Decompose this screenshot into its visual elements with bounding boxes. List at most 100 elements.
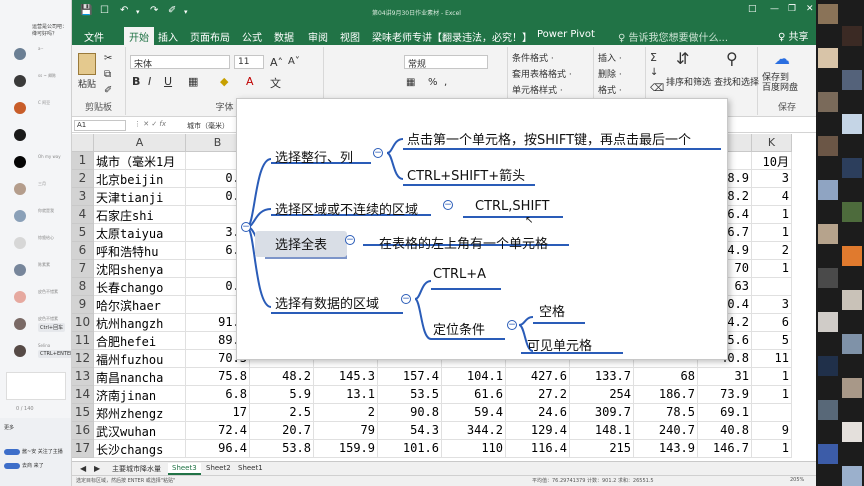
table-cell[interactable]: 90.8 bbox=[378, 404, 442, 422]
avatar[interactable] bbox=[14, 129, 26, 141]
shrink-font-icon[interactable]: A˅ bbox=[288, 56, 300, 67]
table-cell[interactable]: 太原taiyua bbox=[94, 224, 186, 242]
percent-icon[interactable]: % bbox=[428, 77, 438, 88]
table-cell[interactable]: 186.7 bbox=[634, 386, 698, 404]
table-cell[interactable]: 长春chango bbox=[94, 278, 186, 296]
table-cell[interactable]: 40.8 bbox=[698, 422, 752, 440]
row-header[interactable]: 3 bbox=[72, 188, 94, 206]
ribbon-display-icon[interactable]: □ bbox=[748, 4, 757, 14]
number-format-combo[interactable]: 常规 bbox=[404, 55, 488, 70]
sort-filter-icon[interactable]: ⇵ bbox=[676, 49, 689, 68]
row-header[interactable]: 12 bbox=[72, 350, 94, 368]
format-button[interactable]: 格式 · bbox=[598, 83, 622, 96]
table-cell[interactable]: 6 bbox=[752, 314, 792, 332]
maximize-icon[interactable]: ❐ bbox=[788, 4, 796, 14]
tab-7[interactable]: 视图 bbox=[340, 29, 360, 44]
collapse-toggle-4[interactable]: − bbox=[401, 294, 411, 304]
row-header[interactable]: 2 bbox=[72, 170, 94, 188]
avatar[interactable] bbox=[14, 48, 26, 60]
table-cell[interactable]: 20.7 bbox=[250, 422, 314, 440]
fx-icons[interactable]: ⋮ ✕ ✓ fx bbox=[134, 120, 166, 128]
cell-style-button[interactable]: 单元格样式 · bbox=[512, 83, 563, 96]
tab-3[interactable]: 页面布局 bbox=[190, 29, 230, 44]
avatar[interactable] bbox=[14, 210, 26, 222]
redo-icon[interactable]: ↷ bbox=[150, 5, 158, 16]
font-name-combo[interactable]: 宋体 bbox=[130, 55, 230, 70]
paste-icon[interactable] bbox=[78, 53, 96, 75]
avatar[interactable] bbox=[14, 264, 26, 276]
fill-icon[interactable]: ↓ bbox=[650, 67, 658, 78]
next-sheet-icon[interactable]: ▶ bbox=[90, 463, 104, 474]
tip-ctrl-shift[interactable]: CTRL,SHIFT bbox=[475, 199, 549, 214]
save-baidu-button[interactable]: 保存到 百度网盘 bbox=[762, 73, 798, 93]
row-header[interactable]: 7 bbox=[72, 260, 94, 278]
table-cell[interactable]: 129.4 bbox=[506, 422, 570, 440]
table-cell[interactable]: 11 bbox=[752, 350, 792, 368]
tab-9[interactable]: Power Pivot bbox=[537, 29, 595, 40]
tip-goto-special[interactable]: 定位条件 bbox=[433, 319, 485, 338]
table-cell[interactable]: 309.7 bbox=[570, 404, 634, 422]
table-cell[interactable]: 5.9 bbox=[250, 386, 314, 404]
tip-blanks[interactable]: 空格 bbox=[539, 301, 565, 320]
table-cell[interactable]: 武汉wuhan bbox=[94, 422, 186, 440]
font-color-icon[interactable]: A bbox=[246, 75, 254, 88]
font-size-combo[interactable]: 11 bbox=[234, 55, 264, 69]
row-header[interactable]: 10 bbox=[72, 314, 94, 332]
row-header[interactable]: 1 bbox=[72, 152, 94, 170]
table-cell[interactable]: 13.1 bbox=[314, 386, 378, 404]
row-header[interactable]: 4 bbox=[72, 206, 94, 224]
table-cell[interactable]: 济南jinan bbox=[94, 386, 186, 404]
minimize-icon[interactable]: — bbox=[770, 4, 779, 14]
row-header[interactable]: 15 bbox=[72, 404, 94, 422]
find-icon[interactable]: ⚲ bbox=[726, 49, 738, 68]
table-cell[interactable]: 呼和浩特hu bbox=[94, 242, 186, 260]
table-cell[interactable]: 4 bbox=[752, 188, 792, 206]
table-cell[interactable]: 10月 bbox=[752, 152, 792, 170]
column-header[interactable]: A bbox=[94, 134, 186, 152]
delete-button[interactable]: 删除 · bbox=[598, 67, 622, 80]
avatar[interactable] bbox=[14, 318, 26, 330]
table-cell[interactable]: 143.9 bbox=[634, 440, 698, 458]
table-cell[interactable]: 1 bbox=[752, 224, 792, 242]
table-cell[interactable]: 哈尔滨haer bbox=[94, 296, 186, 314]
table-cell[interactable]: 79 bbox=[314, 422, 378, 440]
table-cell[interactable]: 南昌nancha bbox=[94, 368, 186, 386]
branch-select-all[interactable]: 选择全表 bbox=[275, 234, 327, 253]
accounting-icon[interactable]: ▦ bbox=[406, 77, 415, 88]
table-cell[interactable]: 17 bbox=[186, 404, 250, 422]
table-cell[interactable]: 郑州zhengz bbox=[94, 404, 186, 422]
table-cell[interactable]: 53.8 bbox=[250, 440, 314, 458]
row-header[interactable]: 16 bbox=[72, 422, 94, 440]
table-cell[interactable]: 2 bbox=[314, 404, 378, 422]
find-select-button[interactable]: 查找和选择 bbox=[714, 75, 759, 88]
paste-button[interactable]: 粘贴 bbox=[78, 77, 96, 90]
avatar[interactable] bbox=[14, 345, 26, 357]
table-cell[interactable]: 48.2 bbox=[250, 368, 314, 386]
tip-top-left-cell[interactable]: 在表格的左上角有一个单元格 bbox=[379, 233, 548, 252]
table-cell[interactable]: 27.2 bbox=[506, 386, 570, 404]
branch-select-region[interactable]: 选择区域或不连续的区域 bbox=[275, 199, 418, 218]
tab-2[interactable]: 插入 bbox=[158, 29, 178, 44]
clear-icon[interactable]: ⌫ bbox=[650, 83, 664, 94]
row-header[interactable]: 9 bbox=[72, 296, 94, 314]
table-cell[interactable]: 杭州hangzh bbox=[94, 314, 186, 332]
avatar[interactable] bbox=[14, 75, 26, 87]
table-cell[interactable]: 福州fuzhou bbox=[94, 350, 186, 368]
table-cell[interactable]: 2.5 bbox=[250, 404, 314, 422]
table-cell[interactable]: 427.6 bbox=[506, 368, 570, 386]
table-cell[interactable]: 5 bbox=[752, 332, 792, 350]
collapse-toggle-3[interactable]: − bbox=[345, 235, 355, 245]
tip-visible-cells[interactable]: 可见单元格 bbox=[527, 335, 592, 354]
table-cell[interactable]: 148.1 bbox=[570, 422, 634, 440]
table-cell[interactable]: 110 bbox=[442, 440, 506, 458]
more-label[interactable]: 更多 bbox=[4, 424, 14, 431]
table-cell[interactable]: 72.4 bbox=[186, 422, 250, 440]
table-cell[interactable]: 1 bbox=[752, 260, 792, 278]
undo-dropdown-icon[interactable]: ▾ bbox=[136, 8, 140, 16]
avatar[interactable] bbox=[14, 183, 26, 195]
collapse-toggle-2[interactable]: − bbox=[443, 200, 453, 210]
share-button[interactable]: ♀ 共享 bbox=[778, 28, 809, 43]
formula-input[interactable]: 城市（毫米） bbox=[187, 121, 229, 131]
table-cell[interactable]: 天津tianji bbox=[94, 188, 186, 206]
branch-select-row-col[interactable]: 选择整行、列 bbox=[275, 147, 353, 166]
